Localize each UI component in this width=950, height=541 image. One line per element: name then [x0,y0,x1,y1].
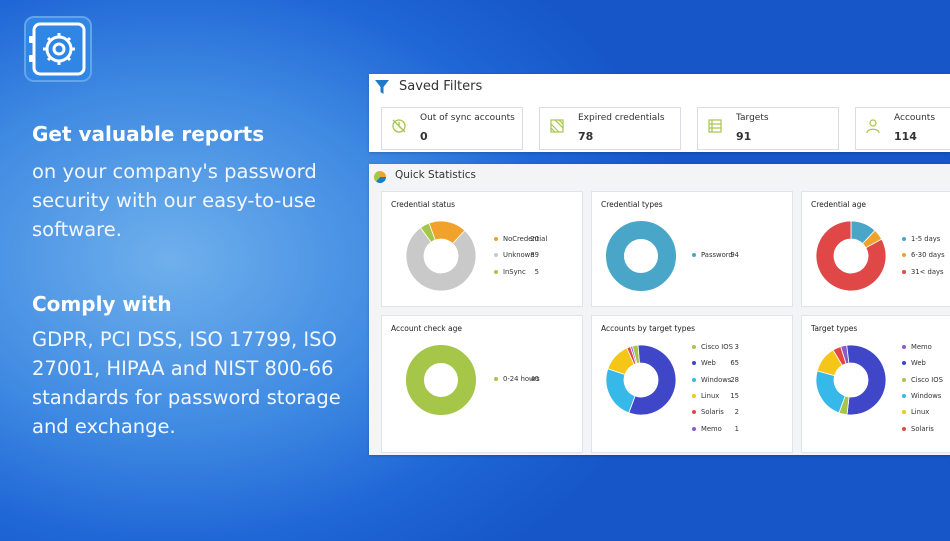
legend-item[interactable]: Windows [902,392,950,402]
stat-tile[interactable]: Credential status NoCredential 20 Unknown 89… [381,191,583,307]
filter-card-expired-credentials[interactable]: Expired credentials 78 [539,107,681,150]
stat-tile[interactable]: Target types Memo Web Cisco IOS Windows Linux… [801,315,950,453]
legend-item[interactable]: Web [902,359,950,369]
legend-dot [902,410,906,415]
legend-item[interactable]: Cisco IOS [902,376,950,386]
quick-statistics-panel: Quick Statistics Credential status NoCred… [369,164,950,455]
legend-value: 5 [534,267,539,276]
donut-slice[interactable] [846,344,887,416]
legend-value: 40 [530,375,539,383]
legend-item[interactable]: InSync 5 [494,268,584,278]
promo-heading-reports: Get valuable reports [32,122,265,146]
legend-dot [692,377,696,382]
quick-statistics-title: Quick Statistics [395,169,477,181]
donut-slice[interactable] [605,368,636,414]
saved-filters-title: Saved Filters [399,79,483,94]
app-logo [24,16,92,82]
legend-dot [902,377,906,382]
legend-item[interactable]: 0-24 hours 40 [494,375,584,385]
legend-label: 1-5 days [911,235,941,243]
legend-item[interactable]: 1-5 days [902,235,950,245]
legend-label: Memo [911,343,932,351]
legend-dot [692,426,696,431]
legend-dot [902,269,906,274]
legend-dot [902,253,906,258]
legend-item[interactable]: Linux 15 [692,392,782,402]
legend-label: Web [911,359,926,368]
legend-label: 31< days [911,267,944,276]
legend-item[interactable]: 6-30 days [902,251,950,261]
out-of-sync-icon [391,118,407,138]
expired-credentials-icon [549,118,565,138]
pie-chart-icon [373,169,387,188]
legend-label: 6-30 days [911,251,945,260]
legend-item[interactable]: NoCredential 20 [494,235,584,245]
legend-item[interactable]: Linux [902,408,950,418]
filter-card-out-of-sync[interactable]: Out of sync accounts 0 [381,107,523,150]
legend-item[interactable]: Windows 28 [692,376,782,386]
promo-paragraph-reports: on your company's password security with… [32,160,317,241]
funnel-icon [374,79,390,99]
legend-value: 65 [730,359,739,368]
promo-heading-comply: Comply with [32,292,172,316]
legend-dot [494,237,498,241]
legend-label: Linux [911,408,930,417]
accounts-icon [865,118,881,138]
donut-chart [606,221,676,291]
legend-value: 20 [530,235,539,243]
legend-item[interactable]: Solaris 2 [692,408,782,418]
legend-dot [902,345,906,349]
legend-value: 3 [734,343,739,351]
legend-item[interactable]: Unknown 89 [494,251,584,261]
legend-item[interactable]: Memo 1 [692,425,782,435]
legend-dot [692,393,696,398]
legend-dot [692,253,696,257]
legend-value: 1 [734,424,739,433]
stat-tile[interactable]: Credential types Password 94 [591,191,793,307]
legend-item[interactable]: Memo [902,343,950,353]
legend-label: Linux [701,391,720,400]
legend-item[interactable]: Web 65 [692,359,782,369]
legend-dot [692,361,696,366]
legend-dot [692,410,696,415]
legend-value: 28 [730,375,739,384]
donut-slice[interactable] [406,345,476,415]
donut-chart [405,220,477,292]
legend-dot [494,253,498,258]
donut-slice[interactable] [606,221,676,291]
promo-paragraph-comply: GDPR, PCI DSS, ISO 17799, ISO 27001, HIP… [32,328,341,438]
legend-dot [902,426,906,431]
legend-value: 94 [730,251,739,259]
legend-dot [692,345,696,349]
legend-value: 15 [730,391,739,400]
stat-tile[interactable]: Accounts by target types Cisco IOS 3 Web 65 W… [591,315,793,453]
filter-card-accounts[interactable]: Accounts 114 [855,107,950,150]
legend-item[interactable]: Cisco IOS 3 [692,343,782,353]
legend-value: 89 [530,251,539,260]
legend-dot [494,269,498,274]
stat-tile[interactable]: Account check age 0-24 hours 40 [381,315,583,453]
legend-label: Web [701,359,716,368]
legend-label: Windows [911,391,942,400]
legend-item[interactable]: Solaris [902,425,950,435]
donut-slice[interactable] [815,370,846,414]
legend-dot [494,377,498,381]
legend-label: Cisco IOS [911,375,943,384]
legend-dot [902,393,906,398]
legend-item[interactable]: Password 94 [692,251,782,261]
legend-dot [902,237,906,241]
filter-card-targets[interactable]: Targets 91 [697,107,839,150]
legend-label: Solaris [911,424,934,433]
legend-value: 2 [734,408,739,417]
stat-tile[interactable]: Credential age 1-5 days 6-30 days 31< days [801,191,950,307]
legend-dot [902,361,906,366]
donut-chart [815,220,887,292]
legend-item[interactable]: 31< days [902,268,950,278]
targets-icon [707,118,723,138]
saved-filters-panel: Saved Filters Out of sync accounts 0 Exp… [369,74,950,152]
